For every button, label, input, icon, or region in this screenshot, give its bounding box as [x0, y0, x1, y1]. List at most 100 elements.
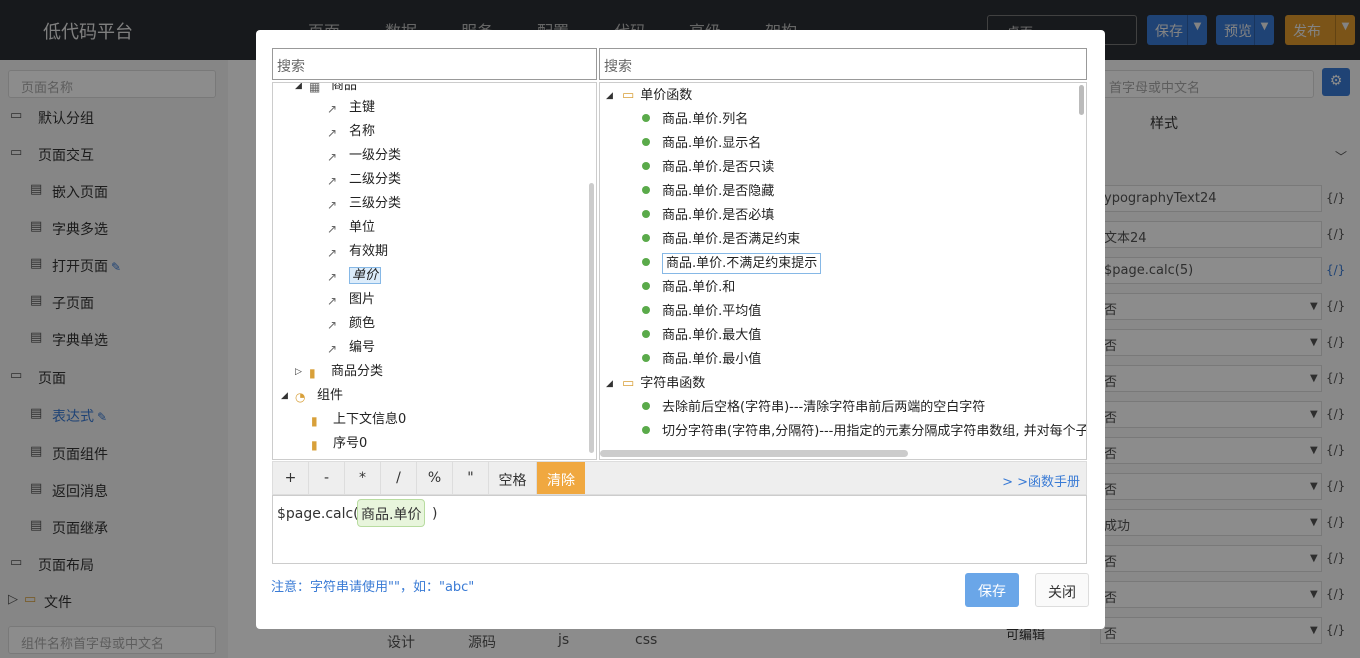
op-divide-button[interactable]: / — [381, 462, 417, 494]
tree-label: 编号 — [349, 340, 376, 355]
function-label: 商品.单价.是否只读 — [662, 160, 775, 175]
function-dot-icon — [642, 426, 650, 434]
tree-label: 商品分类 — [331, 364, 384, 379]
function-label: 商品.单价.显示名 — [662, 136, 762, 151]
function-label: 商品.单价.是否隐藏 — [662, 184, 775, 199]
expression-editor[interactable]: $page.calc( 商品.单价 ) — [272, 495, 1087, 564]
function-item[interactable]: 商品.单价.列名 — [642, 109, 748, 131]
field-tree: ◢ ▦ 商品 ↗ 主键 ↗ 名称 ↗ 一级分类 ↗ 二级分类 ↗ 三级分类 ↗ 单位 ↗ 有效期 … — [272, 82, 597, 460]
tree-label: 字符串函数 — [640, 376, 706, 391]
function-dot-icon — [642, 402, 650, 410]
collapse-arrow-icon[interactable]: ◢ — [281, 385, 288, 407]
op-minus-button[interactable]: - — [309, 462, 345, 494]
function-search-input[interactable]: 搜索 — [599, 48, 1087, 80]
function-dot-icon — [642, 258, 650, 266]
tree-label: 有效期 — [349, 244, 389, 259]
tree-field-image[interactable]: ↗ 图片 — [327, 289, 375, 311]
function-dot-icon — [642, 162, 650, 170]
function-tree: ◢ ▭ 单价函数 商品.单价.列名 商品.单价.显示名 商品.单价.是否只读 商品.… — [599, 82, 1087, 460]
dialog-close-button[interactable]: 关闭 — [1035, 573, 1089, 607]
op-modulo-button[interactable]: % — [417, 462, 453, 494]
folder-open-icon: ▭ — [622, 88, 635, 103]
function-label: 商品.单价.和 — [662, 280, 736, 295]
function-item[interactable]: 商品.单价.是否只读 — [642, 157, 774, 179]
function-label: 商品.单价.列名 — [662, 112, 749, 127]
tree-field-color[interactable]: ↗ 颜色 — [327, 313, 375, 335]
field-icon: ↗ — [327, 270, 338, 284]
expression-editor-dialog: 搜索 搜索 ◢ ▦ 商品 ↗ 主键 ↗ 名称 ↗ 一级分类 ↗ 二级分类 ↗ 三级分类 ↗ 单位… — [256, 30, 1105, 629]
field-icon: ↗ — [327, 198, 338, 212]
tree-field-pk[interactable]: ↗ 主键 — [327, 97, 375, 119]
function-item[interactable]: 商品.单价.是否必填 — [642, 205, 774, 227]
tree-field-unit[interactable]: ↗ 单位 — [327, 217, 375, 239]
tree-label: 名称 — [349, 124, 376, 139]
function-item-highlighted[interactable]: 商品.单价.不满足约束提示 — [642, 253, 822, 275]
function-item[interactable]: 商品.单价.和 — [642, 277, 735, 299]
op-multiply-button[interactable]: * — [345, 462, 381, 494]
tree-field-name[interactable]: ↗ 名称 — [327, 121, 375, 143]
function-item[interactable]: 商品.单价.最大值 — [642, 325, 761, 347]
function-item[interactable]: 去除前后空格(字符串)---清除字符串前后两端的空白字符 — [642, 397, 985, 419]
dialog-save-button[interactable]: 保存 — [965, 573, 1019, 607]
function-label: 商品.单价.不满足约束提示 — [662, 253, 822, 274]
collapse-arrow-icon[interactable]: ◢ — [606, 85, 613, 107]
function-item[interactable]: 商品.单价.是否满足约束 — [642, 229, 800, 251]
tree-label: 颜色 — [349, 316, 376, 331]
function-label: 商品.单价.最小值 — [662, 352, 762, 367]
space-button[interactable]: 空格 — [489, 462, 537, 494]
function-group-string[interactable]: ◢ ▭ 字符串函数 — [606, 373, 705, 395]
function-item[interactable]: 商品.单价.是否隐藏 — [642, 181, 774, 203]
expression-suffix: ) — [432, 506, 438, 522]
op-quote-button[interactable]: " — [453, 462, 489, 494]
function-item[interactable]: 商品.单价.显示名 — [642, 133, 761, 155]
tree-node-product[interactable]: ◢ ▦ 商品 — [295, 82, 358, 97]
expand-arrow-icon[interactable]: ▷ — [295, 361, 302, 383]
tree-label: 三级分类 — [349, 196, 402, 211]
function-dot-icon — [642, 138, 650, 146]
field-icon: ↗ — [327, 222, 338, 236]
function-label: 商品.单价.平均值 — [662, 304, 762, 319]
tree-node-sequence[interactable]: ▮ 序号0 — [311, 433, 367, 455]
tree-field-code[interactable]: ↗ 编号 — [327, 337, 375, 359]
tree-label: 单价函数 — [640, 88, 693, 103]
tree-node-context-info[interactable]: ▮ 上下文信息0 — [311, 409, 406, 431]
function-label: 商品.单价.是否必填 — [662, 208, 775, 223]
tree-field-category3[interactable]: ↗ 三级分类 — [327, 193, 401, 215]
function-dot-icon — [642, 234, 650, 242]
tree-label: 商品 — [331, 82, 358, 93]
entity-icon: ▦ — [309, 82, 321, 94]
scrollbar[interactable] — [1079, 85, 1084, 115]
field-icon: ↗ — [327, 102, 338, 116]
component-group-icon: ◔ — [295, 390, 306, 404]
function-group-price[interactable]: ◢ ▭ 单价函数 — [606, 85, 692, 107]
function-item[interactable]: 切分字符串(字符串,分隔符)---用指定的元素分隔成字符串数组, 并对每个子 — [642, 421, 1086, 443]
tree-node-product-category[interactable]: ▷ ▮ 商品分类 — [295, 361, 383, 383]
function-item[interactable]: 商品.单价.最小值 — [642, 349, 761, 371]
expression-token[interactable]: 商品.单价 — [357, 499, 426, 527]
op-plus-button[interactable]: + — [273, 462, 309, 494]
function-label: 商品.单价.最大值 — [662, 328, 762, 343]
tree-field-price-selected[interactable]: ↗ 单价 — [327, 265, 382, 287]
tree-field-category2[interactable]: ↗ 二级分类 — [327, 169, 401, 191]
function-item[interactable]: 商品.单价.平均值 — [642, 301, 761, 323]
tree-field-category1[interactable]: ↗ 一级分类 — [327, 145, 401, 167]
notice-text: 注意：字符串请使用""，如："abc" — [271, 580, 475, 595]
tree-label: 二级分类 — [349, 172, 402, 187]
tree-field-expiry[interactable]: ↗ 有效期 — [327, 241, 388, 263]
scrollbar[interactable] — [589, 183, 594, 453]
function-label: 去除前后空格(字符串)---清除字符串前后两端的空白字符 — [662, 400, 986, 415]
horizontal-scrollbar[interactable] — [600, 450, 908, 457]
field-icon: ↗ — [327, 342, 338, 356]
tree-label: 主键 — [349, 100, 376, 115]
field-search-input[interactable]: 搜索 — [272, 48, 597, 80]
tree-node-components[interactable]: ◢ ◔ 组件 — [281, 385, 343, 407]
collapse-arrow-icon[interactable]: ◢ — [295, 83, 302, 97]
tree-label: 单位 — [349, 220, 376, 235]
tree-label: 组件 — [317, 388, 344, 403]
operator-toolbar: + - * / % " 空格 清除 > >函数手册 — [272, 461, 1087, 495]
function-dot-icon — [642, 114, 650, 122]
function-manual-link[interactable]: > >函数手册 — [1002, 471, 1080, 490]
function-dot-icon — [642, 354, 650, 362]
collapse-arrow-icon[interactable]: ◢ — [606, 373, 613, 395]
clear-button[interactable]: 清除 — [537, 462, 585, 494]
